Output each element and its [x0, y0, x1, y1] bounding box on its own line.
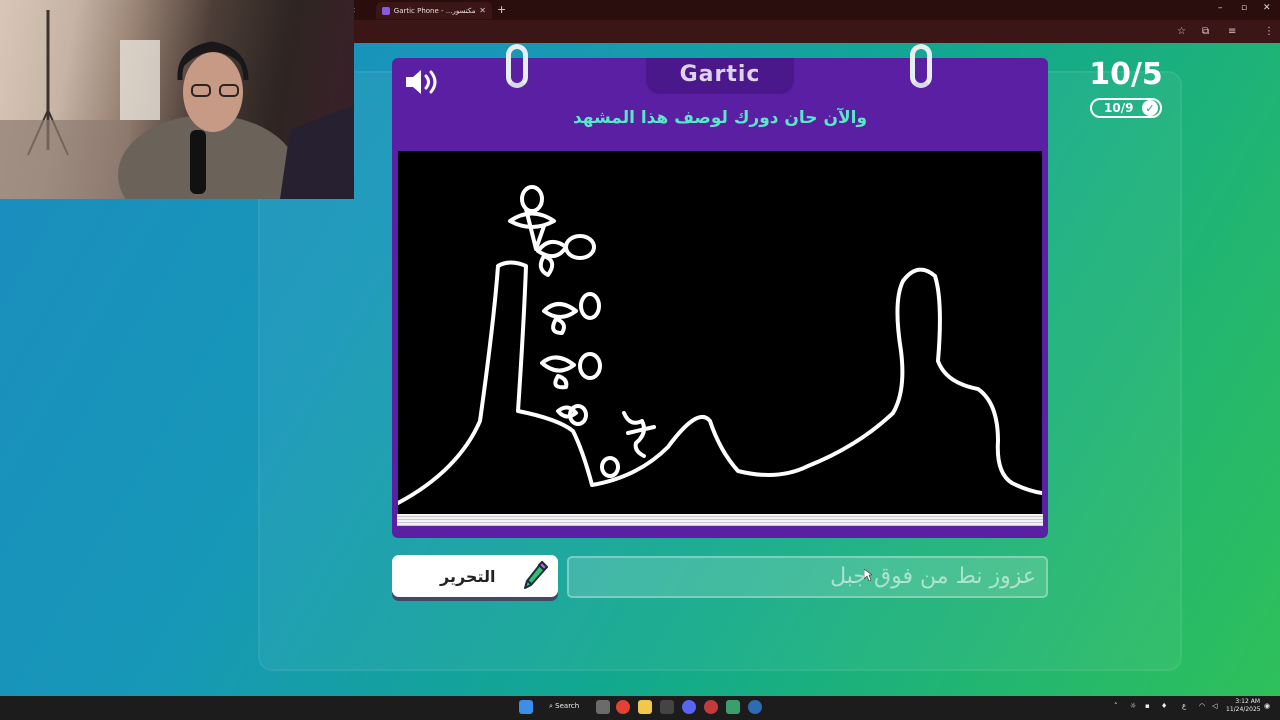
- task-view-icon[interactable]: [596, 700, 610, 714]
- binder-ring: [506, 44, 528, 88]
- mouse-cursor-icon: [864, 569, 872, 581]
- taskbar-search[interactable]: ⌕ Search: [549, 702, 579, 711]
- done-badge: 10/9 ✓: [1090, 98, 1162, 118]
- menu-icon[interactable]: ⋮: [1264, 26, 1274, 37]
- language-indicator[interactable]: ع: [1182, 702, 1186, 710]
- notification-icon[interactable]: ◉: [1264, 702, 1270, 710]
- clock-time: 3:12 AM: [1235, 698, 1260, 705]
- volume-icon[interactable]: ◁: [1212, 702, 1217, 710]
- prompt-text: والآن حان دورك لوصف هذا المشهد: [572, 108, 868, 128]
- check-icon: ✓: [1142, 100, 1158, 116]
- media-icon[interactable]: ≡: [1228, 26, 1236, 37]
- webcam-overlay: [0, 0, 354, 199]
- edit-button[interactable]: التحرير: [392, 555, 558, 597]
- discord-icon[interactable]: [682, 700, 696, 714]
- start-icon[interactable]: [519, 700, 533, 714]
- maximize-icon[interactable]: ▫: [1241, 3, 1247, 13]
- tab-favicon-icon: [382, 6, 390, 15]
- chevron-up-icon[interactable]: ˄: [1114, 702, 1118, 710]
- round-counter: 10/5: [1089, 57, 1163, 92]
- extensions-icon[interactable]: ⧉: [1202, 26, 1209, 37]
- app-tray-icon[interactable]: ▪: [1145, 702, 1150, 710]
- pencil-icon: [524, 561, 548, 589]
- chrome-icon[interactable]: [616, 700, 630, 714]
- search-icon: ⌕: [549, 702, 553, 710]
- clock-date: 11/24/2025: [1226, 706, 1261, 713]
- drawing-stroke: [398, 260, 1042, 505]
- close-window-icon[interactable]: ✕: [1263, 3, 1271, 13]
- brightness-icon[interactable]: ☼: [1130, 702, 1136, 710]
- browser-tab-active[interactable]: Gartic Phone - ...الف المكتسور ✕: [376, 2, 492, 19]
- app-icon[interactable]: [704, 700, 718, 714]
- app-icon[interactable]: [660, 700, 674, 714]
- paper-edge: [397, 514, 1043, 526]
- windows-taskbar: ⌕ Search ˄ ☼ ▪ ♦ ع ◠ ◁ 3:12 AM 11/24/202…: [0, 696, 1280, 720]
- star-icon[interactable]: ☆: [1177, 26, 1186, 37]
- wifi-icon[interactable]: ◠: [1199, 702, 1205, 710]
- folder-icon[interactable]: [638, 700, 652, 714]
- drawing-frame: [392, 148, 1048, 538]
- gartic-logo: Gartic: [679, 62, 761, 87]
- speaker-icon[interactable]: [404, 68, 440, 96]
- steam-icon[interactable]: [748, 700, 762, 714]
- album-card: Gartic والآن حان دورك لوصف هذا المشهد: [392, 44, 1048, 538]
- binder-ring: [910, 44, 932, 88]
- taskbar-search-label: Search: [555, 702, 580, 710]
- done-count: 10/9: [1104, 101, 1134, 115]
- microphone-icon[interactable]: ♦: [1161, 702, 1167, 710]
- webcam-image: [0, 10, 354, 199]
- minimize-icon[interactable]: –: [1218, 3, 1223, 13]
- close-icon[interactable]: ✕: [479, 6, 486, 15]
- answer-field[interactable]: عزوز نط من فوق جبل: [567, 556, 1048, 598]
- clock[interactable]: 3:12 AM 11/24/2025: [1226, 698, 1261, 714]
- card-header: Gartic والآن حان دورك لوصف هذا المشهد: [392, 58, 1048, 148]
- drawing-canvas: [398, 151, 1042, 514]
- edit-button-label: التحرير: [440, 566, 496, 586]
- app-icon[interactable]: [726, 700, 740, 714]
- tab-title: Gartic Phone - ...الف المكتسور: [393, 6, 476, 15]
- new-tab-icon[interactable]: +: [497, 3, 506, 16]
